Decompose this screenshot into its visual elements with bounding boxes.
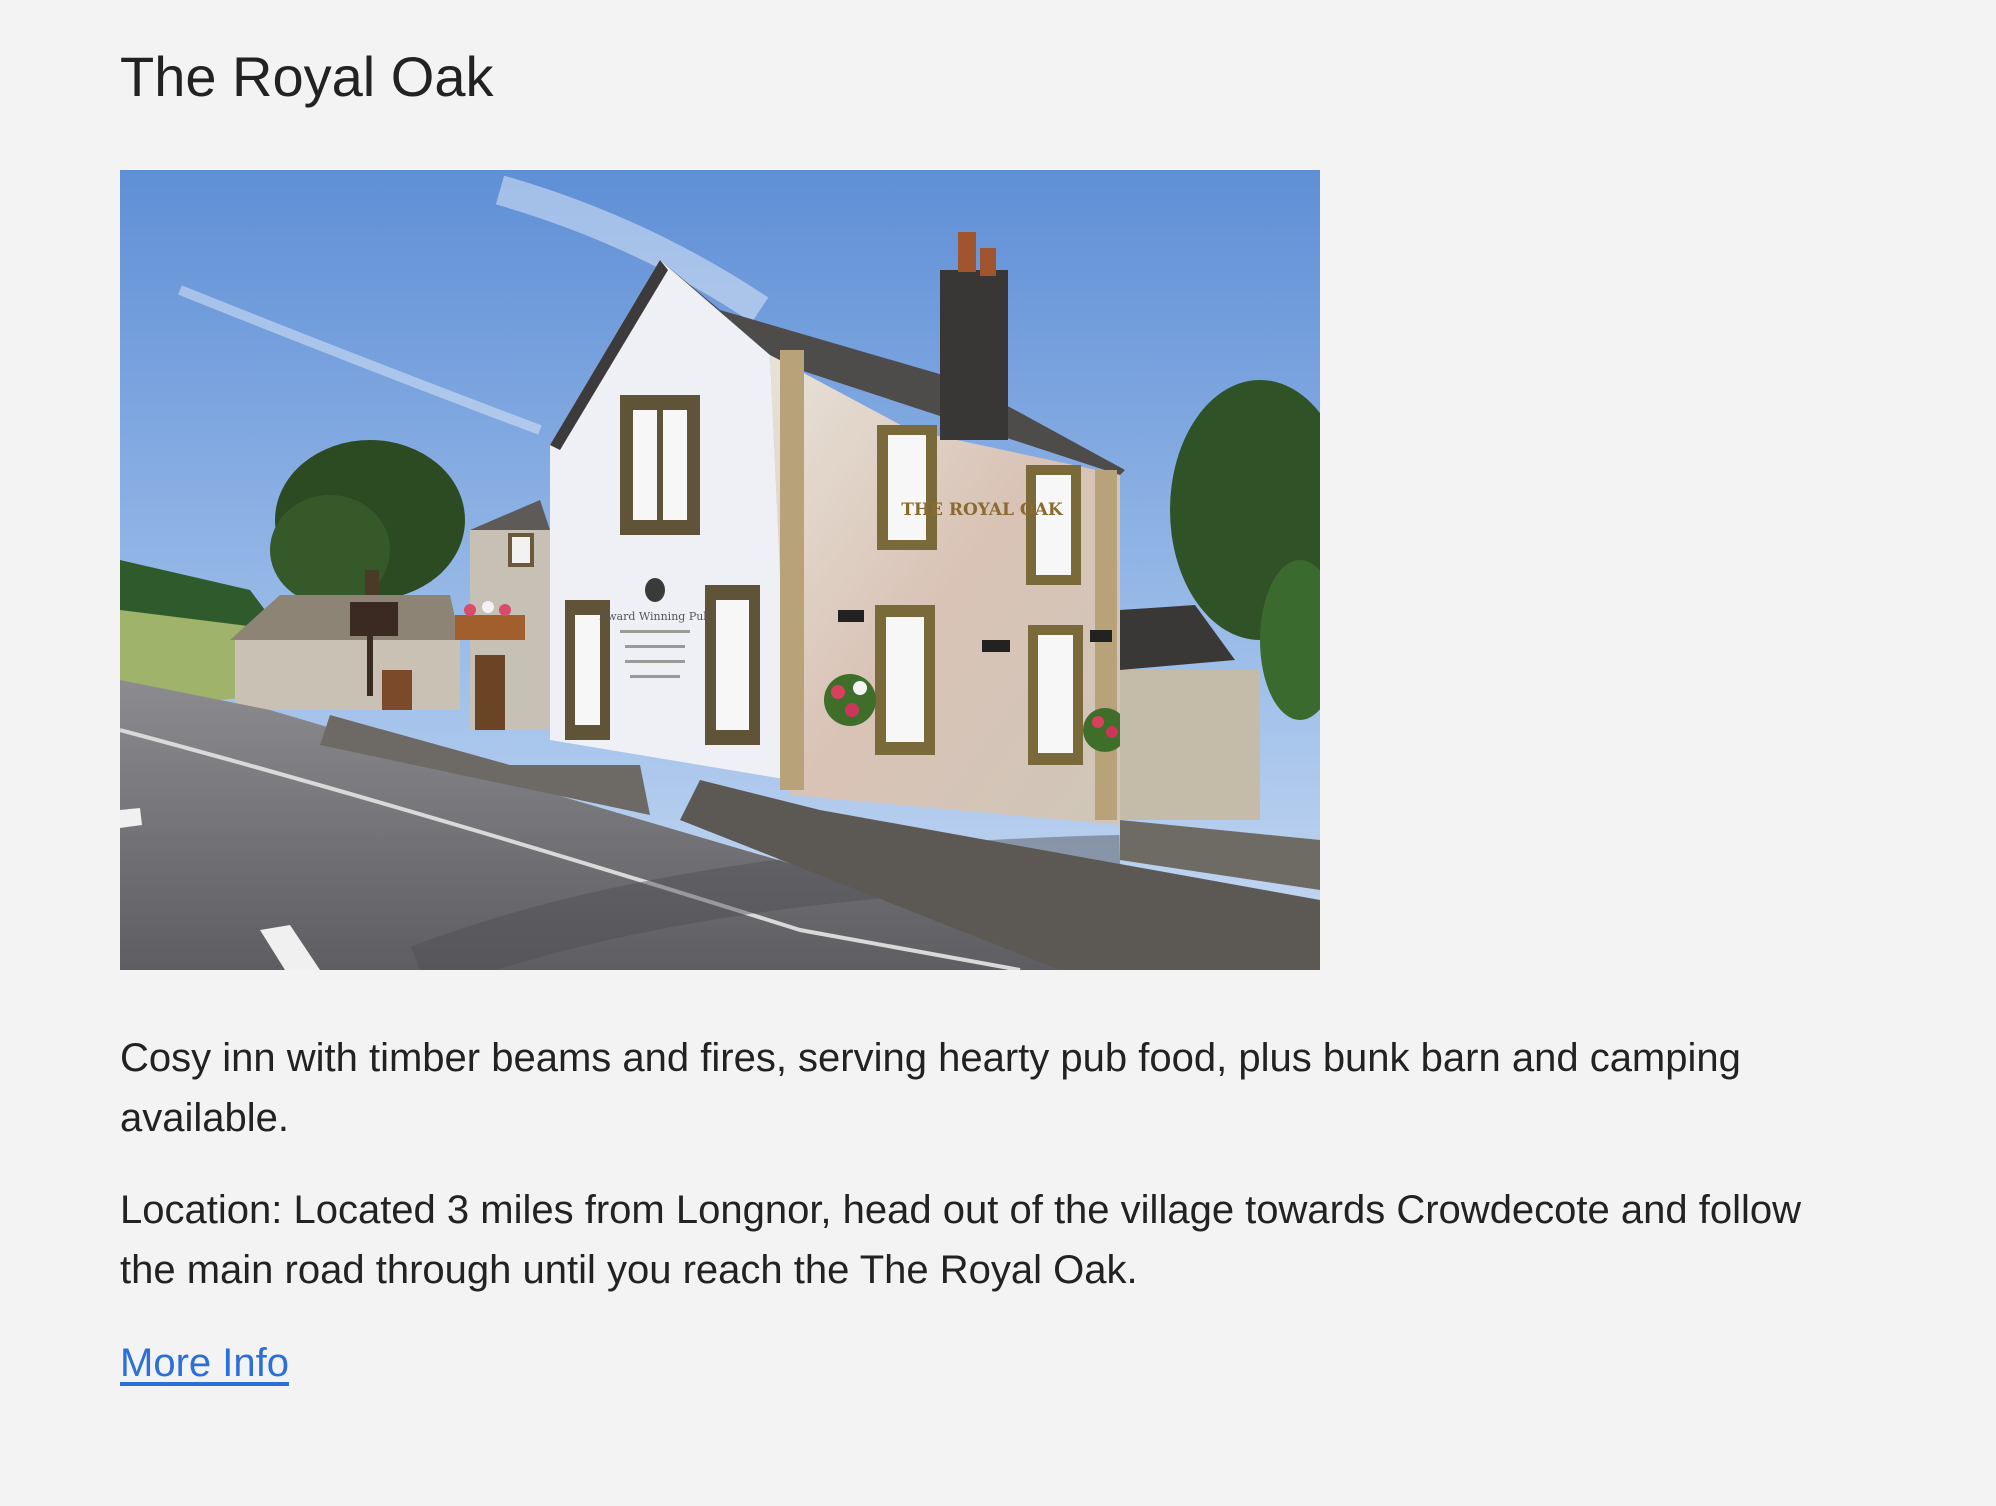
pub-sign: THE ROYAL OAK [901,500,1064,520]
venue-description: Cosy inn with timber beams and fires, se… [120,1036,1741,1140]
hanging-basket [824,674,876,726]
chimney [940,270,1008,440]
page: The Royal Oak Award Winning Pub THE ROYA… [0,0,1996,1506]
page-title: The Royal Oak [120,45,494,108]
wall-sign-heading: Award Winning Pub [599,610,711,623]
venue-photo: Award Winning Pub THE ROYAL OAK [120,170,1320,970]
more-info-link[interactable]: More Info [120,1333,289,1393]
pub-photo-illustration: Award Winning Pub THE ROYAL OAK [120,170,1320,970]
venue-location: Location: Located 3 miles from Longnor, … [120,1188,1802,1292]
